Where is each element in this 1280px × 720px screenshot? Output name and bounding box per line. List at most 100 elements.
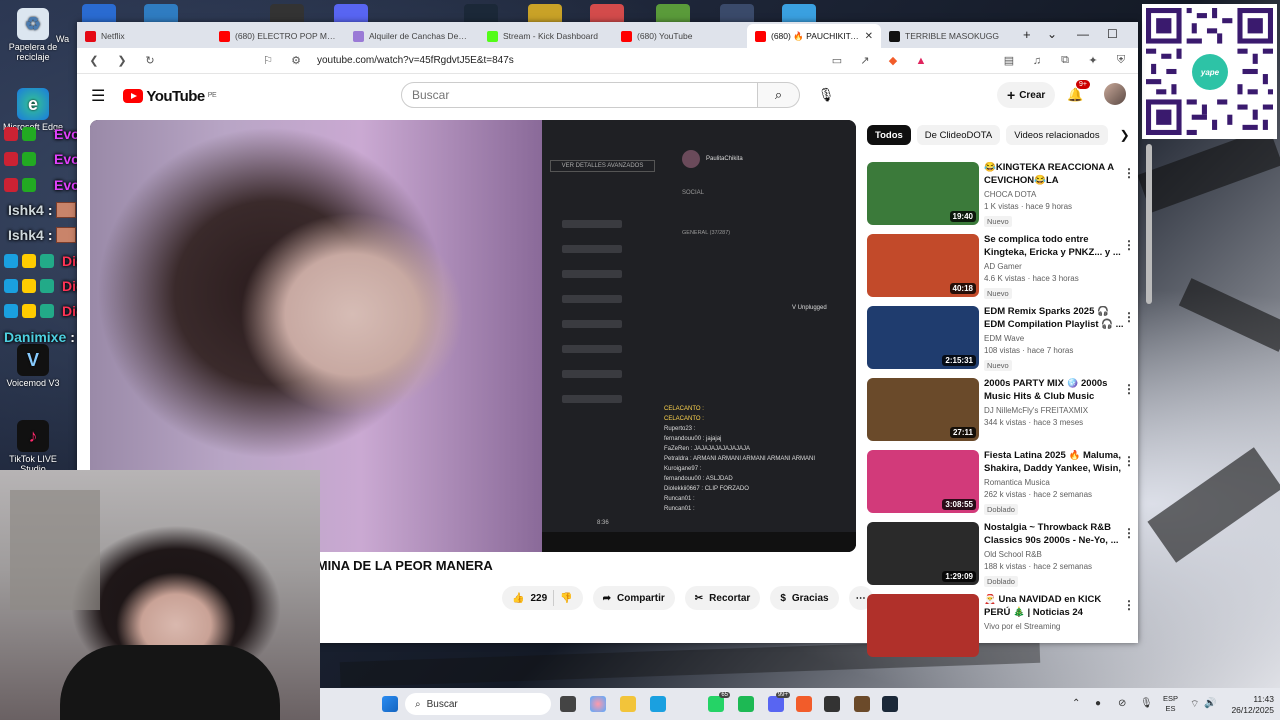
kebab-menu-icon[interactable]: ⋮ xyxy=(1123,382,1135,396)
whatsapp-icon[interactable]: 65 xyxy=(708,692,730,712)
recommendation-item[interactable]: 19:40 😂KINGTEKA REACCIONA A CEVICHON😂LA … xyxy=(867,162,1135,234)
recommendation-channel[interactable]: EDM Wave xyxy=(984,334,1124,343)
bookmark-icon[interactable]: ⚐ xyxy=(261,54,275,68)
kebab-menu-icon[interactable]: ⋮ xyxy=(1123,166,1135,180)
recommendation-title[interactable]: Nostalgia ~ Throwback R&B Classics 90s 2… xyxy=(984,522,1124,547)
file-explorer-icon[interactable] xyxy=(620,696,636,712)
video-thumbnail[interactable]: 2:15:31 xyxy=(867,306,979,369)
edge-icon[interactable] xyxy=(650,696,666,712)
spotify-icon[interactable] xyxy=(738,696,754,712)
taskbar-search[interactable]: ⌕ Buscar xyxy=(405,693,551,715)
music-icon[interactable]: ♫ xyxy=(1030,54,1044,68)
recommendation-channel[interactable]: DJ NilleMcFly's FREITAXMIX xyxy=(984,406,1124,415)
reload-icon[interactable]: ↻ xyxy=(143,54,157,68)
new-tab-button[interactable]: + xyxy=(1023,27,1031,42)
chip-from-channel[interactable]: De ClideoDOTA xyxy=(916,125,1001,145)
tab-netflix[interactable]: Netflix xyxy=(77,24,211,48)
video-thumbnail[interactable]: 27:11 xyxy=(867,378,979,441)
recommendation-channel[interactable]: Old School R&B xyxy=(984,550,1124,559)
tab-tiktok[interactable]: TERRIBLE MASOKUGG xyxy=(881,24,1015,48)
page-scrollbar[interactable] xyxy=(1146,144,1152,304)
kebab-menu-icon[interactable]: ⋮ xyxy=(1123,454,1135,468)
app-icon[interactable] xyxy=(854,696,870,712)
wifi-icon[interactable]: ⌔ xyxy=(1190,698,1199,711)
sidebar-icon[interactable]: ▤ xyxy=(1002,54,1016,68)
cast-icon[interactable]: ▭ xyxy=(830,54,844,68)
chevron-right-icon[interactable]: ❯ xyxy=(1120,128,1130,142)
search-input[interactable] xyxy=(401,82,758,108)
menu-icon[interactable]: ☰ xyxy=(91,86,105,106)
chip-related[interactable]: Videos relacionados xyxy=(1006,125,1108,145)
windows-start-icon[interactable] xyxy=(382,696,398,712)
share-icon[interactable]: ↗ xyxy=(858,54,872,68)
obs-icon[interactable] xyxy=(824,696,840,712)
system-clock[interactable]: 11:43 26/12/2025 xyxy=(1218,694,1274,716)
recommendation-item[interactable]: 27:11 2000s PARTY MIX 🪩 2000s Music Hits… xyxy=(867,378,1135,450)
recommendation-title[interactable]: 🎅 Una NAVIDAD en KICK PERÚ 🎄 | Noticias … xyxy=(984,594,1124,619)
kebab-menu-icon[interactable]: ⋮ xyxy=(1123,598,1135,612)
kebab-menu-icon[interactable]: ⋮ xyxy=(1123,310,1135,324)
voice-search-button[interactable]: 🎙 xyxy=(813,82,839,108)
share-button[interactable]: ➦ Compartir xyxy=(592,586,675,610)
clip-button[interactable]: ✂ Recortar xyxy=(684,586,761,610)
avatar[interactable] xyxy=(1104,83,1126,105)
thumbs-down-icon[interactable]: 👎 xyxy=(560,593,572,604)
video-thumbnail[interactable]: 1:29:09 xyxy=(867,522,979,585)
tab-youtube[interactable]: (680) YouTube xyxy=(613,24,747,48)
recommendation-item[interactable]: 2:15:31 EDM Remix Sparks 2025 🎧 EDM Comp… xyxy=(867,306,1135,378)
recommendation-title[interactable]: Se complica todo entre Kingteka, Ericka … xyxy=(984,234,1124,259)
kebab-menu-icon[interactable]: ⋮ xyxy=(1123,238,1135,252)
youtube-logo[interactable]: YouTube PE xyxy=(123,88,217,105)
recommendation-title[interactable]: 😂KINGTEKA REACCIONA A CEVICHON😂LA DECADE… xyxy=(984,162,1124,187)
recommendation-title[interactable]: Fiesta Latina 2025 🔥 Maluma, Shakira, Da… xyxy=(984,450,1124,475)
notifications-button[interactable]: 🔔 9+ xyxy=(1067,80,1090,104)
video-thumbnail[interactable]: 19:40 xyxy=(867,162,979,225)
recommendation-channel[interactable]: Vivo por el Streaming xyxy=(984,622,1124,631)
tray-app-icon[interactable]: ⊘ xyxy=(1118,698,1126,709)
thanks-button[interactable]: $ Gracias xyxy=(770,586,839,610)
ai-icon[interactable]: ✦ xyxy=(1086,54,1100,68)
recommendation-item[interactable]: 40:18 Se complica todo entre Kingteka, E… xyxy=(867,234,1135,306)
brave-shield-icon[interactable]: ◆ xyxy=(886,54,900,68)
create-button[interactable]: + Crear xyxy=(997,82,1056,108)
language-indicator[interactable]: ESP ES xyxy=(1163,694,1178,714)
maximize-icon[interactable]: ☐ xyxy=(1107,27,1118,41)
extensions-icon[interactable]: ⧉ xyxy=(1058,54,1072,68)
tab-electro-pop[interactable]: (680) ELECTRO POP MIX 2000 xyxy=(211,24,345,48)
copilot-icon[interactable] xyxy=(590,696,606,712)
recommendation-item[interactable]: 🎅 Una NAVIDAD en KICK PERÚ 🎄 | Noticias … xyxy=(867,594,1135,666)
recommendation-item[interactable]: 3:08:55 Fiesta Latina 2025 🔥 Maluma, Sha… xyxy=(867,450,1135,522)
tab-pauchikita[interactable]: (680) 🔥 PAUCHIKITA P ✕ xyxy=(747,24,881,48)
recommendation-channel[interactable]: AD Gamer xyxy=(984,262,1124,271)
steam-icon[interactable] xyxy=(882,696,898,712)
desktop-icon-voicemod[interactable]: V Voicemod V3 xyxy=(0,344,68,388)
video-thumbnail[interactable]: 3:08:55 xyxy=(867,450,979,513)
forward-icon[interactable]: ❯ xyxy=(115,54,129,68)
site-info-icon[interactable]: ⚙ xyxy=(289,54,303,68)
tab-kick-dashboard[interactable]: Stream - Kick Dashboard xyxy=(479,24,613,48)
url-field[interactable]: youtube.com/watch?v=45fRgdvtJ5E&t=847s xyxy=(317,55,514,66)
video-thumbnail[interactable] xyxy=(867,594,979,657)
recommendation-channel[interactable]: CHOCA DOTA xyxy=(984,190,1124,199)
tab-canchas[interactable]: Alquiler de Canchas Deport xyxy=(345,24,479,48)
tray-app-icon[interactable]: ● xyxy=(1095,698,1101,709)
vpn-icon[interactable]: ⛨ xyxy=(1114,54,1128,68)
task-view-icon[interactable] xyxy=(560,696,576,712)
close-tab-icon[interactable]: ✕ xyxy=(865,31,873,42)
tab-search-icon[interactable]: ⌄ xyxy=(1047,27,1057,41)
back-icon[interactable]: ❮ xyxy=(87,54,101,68)
search-button[interactable]: ⌕ xyxy=(758,82,800,108)
discord-icon[interactable]: 99+ xyxy=(768,692,790,712)
desktop-icon-tiktok-live[interactable]: ♪ TikTok LIVE Studio xyxy=(0,420,68,474)
chevron-up-icon[interactable]: ⌃ xyxy=(1072,698,1080,709)
video-thumbnail[interactable]: 40:18 xyxy=(867,234,979,297)
minimize-icon[interactable]: — xyxy=(1077,27,1089,41)
recommendation-title[interactable]: 2000s PARTY MIX 🪩 2000s Music Hits & Clu… xyxy=(984,378,1124,403)
brave-icon[interactable] xyxy=(796,696,812,712)
recommendation-channel[interactable]: Romantica Musica xyxy=(984,478,1124,487)
chip-all[interactable]: Todos xyxy=(867,125,911,145)
brave-rewards-icon[interactable]: ▲ xyxy=(914,54,928,68)
recommendation-item[interactable]: 1:29:09 Nostalgia ~ Throwback R&B Classi… xyxy=(867,522,1135,594)
recommendation-title[interactable]: EDM Remix Sparks 2025 🎧 EDM Compilation … xyxy=(984,306,1124,331)
volume-icon[interactable]: 🔊 xyxy=(1204,698,1216,709)
